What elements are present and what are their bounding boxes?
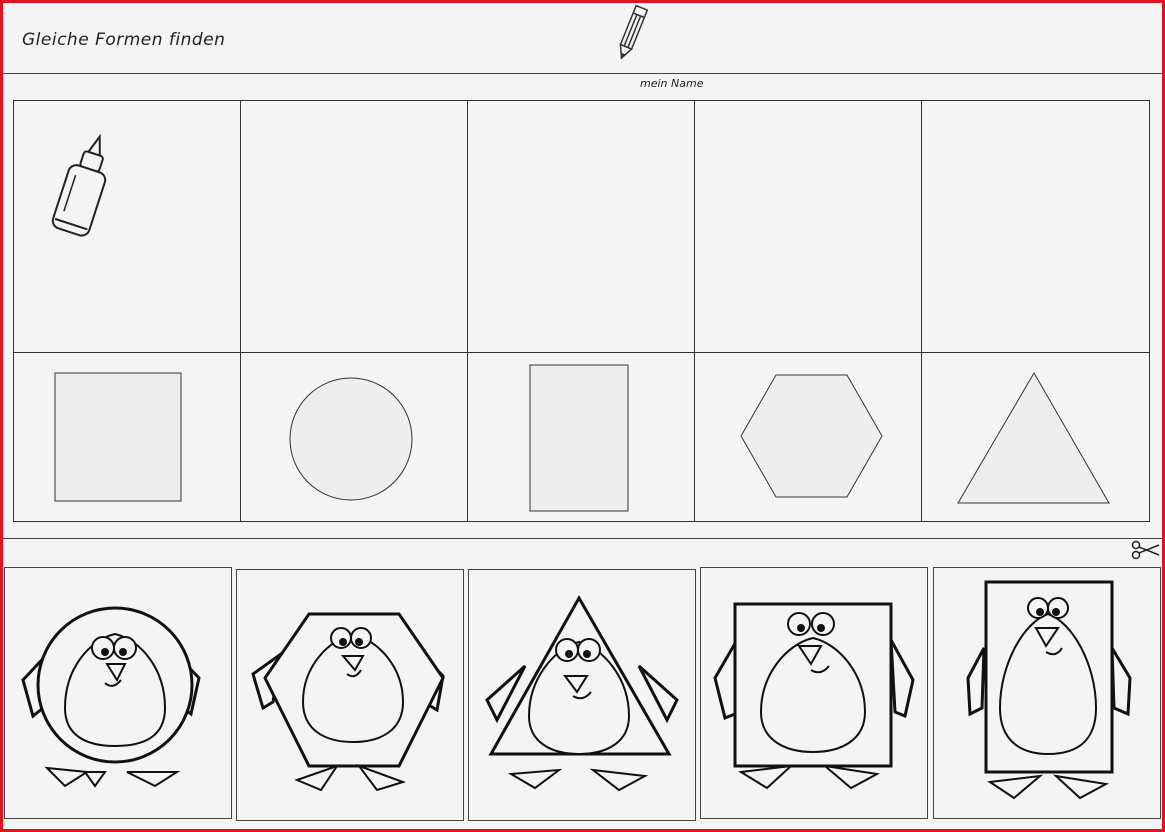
shape-cell-square	[14, 353, 241, 521]
pencil-icon	[619, 4, 649, 60]
penguin-card-square[interactable]	[700, 567, 928, 819]
triangle-shape	[957, 372, 1110, 504]
shape-cell-rectangle	[468, 353, 695, 521]
penguin-card-hexagon[interactable]	[236, 569, 464, 821]
header-divider	[3, 73, 1162, 74]
circle-shape	[289, 377, 413, 501]
hexagon-shape	[740, 374, 883, 498]
rectangle-penguin-drawing	[966, 580, 1132, 800]
glue-cell-2[interactable]	[241, 101, 468, 353]
name-label: mein Name	[640, 77, 704, 90]
answer-grid	[13, 100, 1150, 522]
hexagon-penguin-drawing	[251, 612, 445, 792]
circle-penguin-drawing	[21, 606, 201, 788]
scissors-icon	[1131, 540, 1160, 560]
penguin-card-triangle[interactable]	[468, 569, 696, 821]
square-shape	[54, 372, 182, 502]
cut-line	[3, 538, 1162, 539]
shape-cell-hexagon	[695, 353, 922, 521]
worksheet-title: Gleiche Formen finden	[22, 30, 226, 50]
rectangle-shape	[529, 364, 629, 512]
square-penguin-drawing	[713, 602, 915, 790]
glue-cell-4[interactable]	[695, 101, 922, 353]
shape-cell-circle	[241, 353, 468, 521]
glue-cell-5[interactable]	[922, 101, 1149, 353]
penguin-card-rectangle[interactable]	[933, 567, 1161, 819]
triangle-penguin-drawing	[485, 594, 679, 792]
penguin-card-circle[interactable]	[4, 567, 232, 819]
shape-cell-triangle	[922, 353, 1149, 521]
glue-cell-3[interactable]	[468, 101, 695, 353]
glue-bottle-icon	[51, 133, 107, 237]
